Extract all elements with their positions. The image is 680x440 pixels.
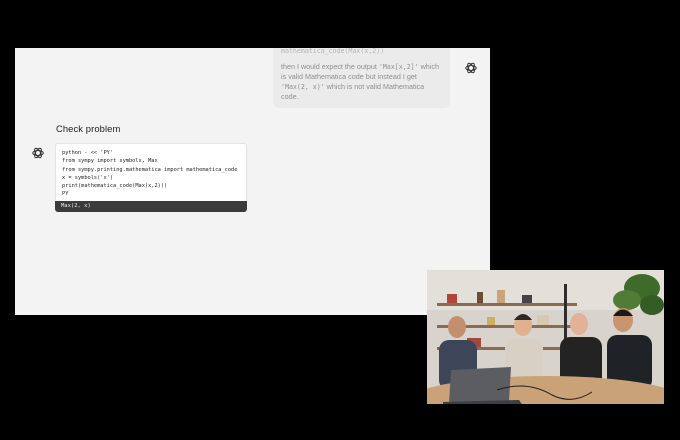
code-output: Max(2, x) <box>55 201 247 212</box>
code-line: print(mathematica_code(Max(x,2))) <box>62 183 168 190</box>
message-code-1: 'Max[x,2]' <box>378 63 419 71</box>
video-frame <box>427 270 664 404</box>
code-line: from sympy.printing.mathematica import m… <box>62 166 238 173</box>
message-text-1: then I would expect the output <box>281 62 379 71</box>
code-line: from sympy import symbols, Max <box>62 158 158 165</box>
code-line: python - << 'PY' <box>62 150 114 156</box>
message-top-line: mathematica_code(Max(x,2)) <box>281 48 385 55</box>
chat-screen: mathematica_code(Max(x,2)) then I would … <box>15 48 490 315</box>
code-line: PY <box>62 191 69 198</box>
code-line: x = symbols('x') <box>62 174 114 181</box>
webcam-video-inset <box>427 270 664 404</box>
message-code-2: 'Max(2, x)' <box>281 83 325 91</box>
openai-logo-icon <box>464 61 478 75</box>
section-title: Check problem <box>56 123 121 134</box>
openai-logo-icon <box>31 146 45 160</box>
user-message-bubble: mathematica_code(Max(x,2)) then I would … <box>273 48 450 108</box>
